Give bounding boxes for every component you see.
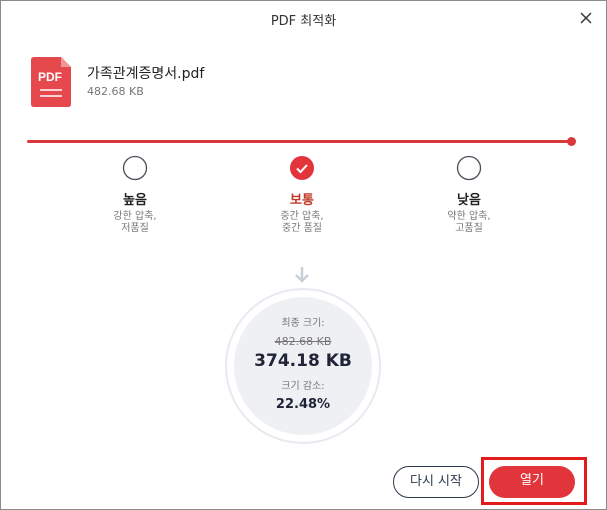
radio-unchecked-icon [456, 155, 482, 181]
option-title: 보통 [290, 193, 314, 208]
dialog-title: PDF 최적화 [270, 14, 337, 29]
option-desc-line1: 약한 압축, [447, 211, 491, 222]
new-size: 374.18 KB [254, 351, 352, 371]
option-low[interactable]: 낮음 약한 압축, 고품질 [409, 155, 529, 235]
option-desc-line1: 강한 압축, [113, 211, 157, 222]
option-title: 낮음 [457, 193, 481, 208]
slider-track [27, 140, 571, 143]
result-summary: 최종 크기: 482.68 KB 374.18 KB 크기 감소: 22.48% [225, 288, 381, 444]
reduction-percent: 22.48% [275, 397, 331, 412]
restart-button[interactable]: 다시 시작 [393, 466, 479, 498]
pdf-file-icon: PDF [31, 57, 71, 107]
original-size: 482.68 KB [274, 335, 332, 348]
option-high[interactable]: 높음 강한 압축, 저품질 [75, 155, 195, 235]
title-bar: PDF 최적화 [1, 1, 606, 35]
option-desc-line2: 중간 품질 [282, 223, 322, 234]
pdf-optimize-dialog: PDF 최적화 PDF 가족관계증명서.pdf 482.68 KB 높음 강한 … [0, 0, 607, 510]
final-size-label: 최종 크기: [281, 318, 325, 329]
result-summary-inner: 최종 크기: 482.68 KB 374.18 KB 크기 감소: 22.48% [234, 297, 372, 435]
option-desc: 중간 압축, 중간 품질 [242, 211, 362, 235]
pdf-icon-label: PDF [38, 70, 62, 84]
option-desc-line2: 고품질 [455, 223, 483, 234]
open-button[interactable]: 열기 [489, 466, 575, 498]
arrow-down-icon [295, 267, 309, 283]
radio-checked-icon [290, 156, 314, 180]
option-desc-line1: 중간 압축, [280, 211, 324, 222]
radio-unchecked-icon [122, 155, 148, 181]
option-medium[interactable]: 보통 중간 압축, 중간 품질 [242, 155, 362, 235]
compression-slider[interactable] [27, 135, 577, 149]
close-button[interactable] [576, 8, 596, 28]
file-name: 가족관계증명서.pdf [87, 66, 205, 82]
option-desc: 약한 압축, 고품질 [409, 211, 529, 235]
file-size: 482.68 KB [87, 85, 144, 98]
option-desc: 강한 압축, 저품질 [75, 211, 195, 235]
reduction-label: 크기 감소: [281, 381, 325, 392]
close-icon [580, 12, 592, 24]
slider-knob[interactable] [567, 137, 576, 146]
option-desc-line2: 저품질 [121, 223, 149, 234]
option-title: 높음 [123, 193, 147, 208]
